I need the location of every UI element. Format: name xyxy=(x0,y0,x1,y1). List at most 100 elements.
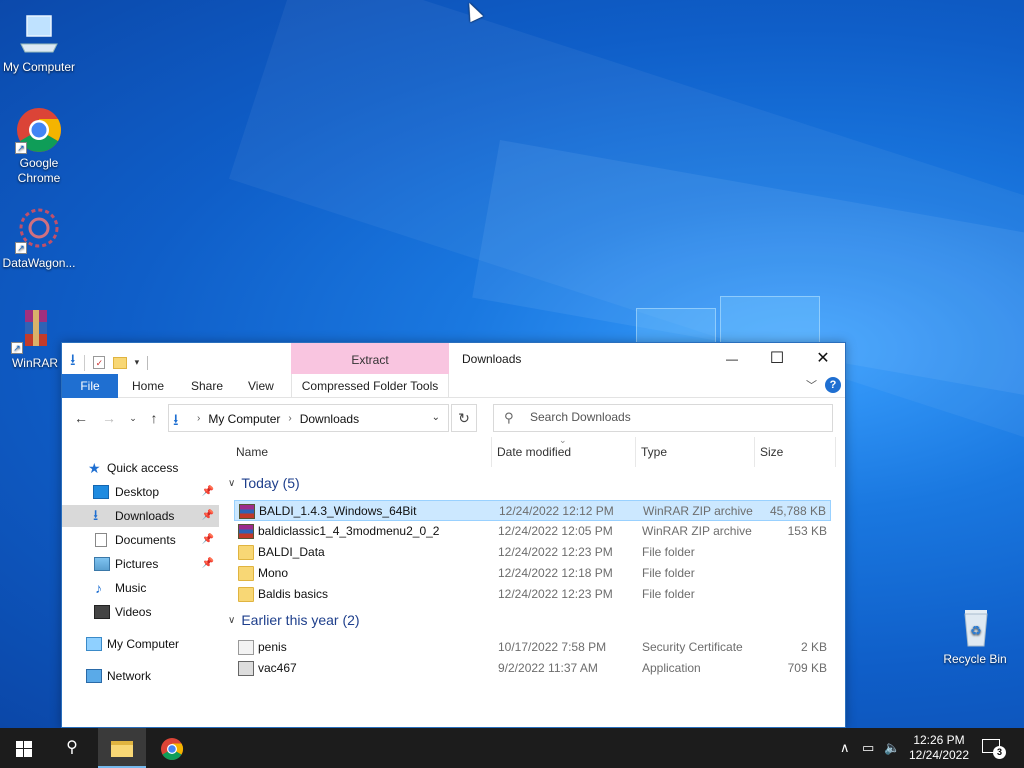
help-icon[interactable]: ? xyxy=(825,377,841,393)
volume-icon[interactable]: 🔈 xyxy=(884,728,900,768)
computer-icon xyxy=(15,10,63,58)
shortcut-arrow-icon: ↗ xyxy=(15,242,27,254)
desktop-icon xyxy=(93,485,109,499)
extract-context-tab[interactable]: Extract xyxy=(291,343,449,374)
up-button[interactable]: ↑ xyxy=(143,408,165,428)
tab-compressed-folder-tools[interactable]: Compressed Folder Tools xyxy=(291,374,449,398)
download-folder-icon[interactable]: ⭳ xyxy=(70,349,76,376)
column-header-name[interactable]: Name xyxy=(232,437,492,467)
navigation-pane: ★ Quick access Desktop 📌 ⭳ Downloads 📌 D… xyxy=(62,453,219,723)
recent-locations-button[interactable]: ⌄ xyxy=(122,408,144,428)
sidebar-item-quick-access[interactable]: ★ Quick access xyxy=(62,457,219,479)
taskbar: ⚲ ∧ ▭ 🔈 12:26 PM 12/24/2022 3 xyxy=(0,728,1024,768)
table-row[interactable]: Baldis basics 12/24/2022 12:23 PM File f… xyxy=(234,584,831,605)
pin-icon[interactable]: 📌 xyxy=(202,481,214,503)
refresh-button[interactable]: ↻ xyxy=(451,404,477,432)
column-header-date-modified[interactable]: Date modified xyxy=(493,437,636,467)
group-header-today[interactable]: ∨ Today (5) xyxy=(228,473,300,493)
clock[interactable]: 12:26 PM 12/24/2022 xyxy=(903,733,975,763)
minimize-button[interactable]: — xyxy=(709,343,755,374)
table-row[interactable]: BALDI_Data 12/24/2022 12:23 PM File fold… xyxy=(234,542,831,563)
table-row[interactable]: Mono 12/24/2022 12:18 PM File folder xyxy=(234,563,831,584)
sidebar-item-pictures[interactable]: Pictures 📌 xyxy=(62,553,219,575)
column-header-type[interactable]: Type xyxy=(637,437,755,467)
group-header-earlier-this-year[interactable]: ∨ Earlier this year (2) xyxy=(228,610,360,630)
taskbar-chrome[interactable] xyxy=(148,728,196,768)
expand-ribbon-icon[interactable]: ﹀ xyxy=(806,377,817,393)
breadcrumb-downloads[interactable]: Downloads xyxy=(300,412,359,426)
search-icon: ⚲ xyxy=(66,739,78,756)
sidebar-item-videos[interactable]: Videos xyxy=(62,601,219,623)
pin-icon[interactable]: 📌 xyxy=(202,505,214,527)
file-explorer-window[interactable]: ⭳ ✓ ▾ Extract Downloads — ☐ ✕ File Home … xyxy=(61,342,846,728)
show-hidden-icons-icon[interactable]: ∧ xyxy=(840,728,850,768)
forward-button[interactable]: → xyxy=(98,408,120,428)
sidebar-item-downloads[interactable]: ⭳ Downloads 📌 xyxy=(62,505,219,527)
application-icon xyxy=(238,661,254,676)
chevron-down-icon[interactable]: ⌄ xyxy=(432,412,440,423)
search-button[interactable]: ⚲ xyxy=(48,728,96,768)
winrar-icon: ↗ xyxy=(11,306,59,354)
winrar-archive-icon xyxy=(239,504,255,519)
breadcrumb-my-computer[interactable]: My Computer xyxy=(208,412,280,426)
shortcut-arrow-icon: ↗ xyxy=(15,142,27,154)
window-title: Downloads xyxy=(462,352,522,366)
separator xyxy=(83,354,85,371)
tab-home[interactable]: Home xyxy=(120,374,176,398)
folder-icon xyxy=(238,587,254,602)
maximize-button[interactable]: ☐ xyxy=(754,343,800,374)
music-note-icon: ♪ xyxy=(95,580,102,596)
folder-icon xyxy=(238,545,254,560)
column-header-size[interactable]: Size xyxy=(756,437,836,467)
desktop-icon-recycle-bin[interactable]: ♻ Recycle Bin xyxy=(936,602,1014,667)
table-row[interactable]: BALDI_1.4.3_Windows_64Bit 12/24/2022 12:… xyxy=(234,500,831,521)
pin-icon[interactable]: 📌 xyxy=(202,529,214,551)
wallpaper-windows-logo xyxy=(636,288,822,348)
sidebar-item-my-computer[interactable]: My Computer xyxy=(62,633,219,655)
star-icon: ★ xyxy=(88,460,101,476)
back-button[interactable]: ← xyxy=(70,408,92,428)
table-row[interactable]: vac467 9/2/2022 11:37 AM Application 709… xyxy=(234,658,831,679)
chevron-right-icon: › xyxy=(197,413,201,424)
sidebar-item-documents[interactable]: Documents 📌 xyxy=(62,529,219,551)
folder-icon xyxy=(238,566,254,581)
svg-text:♻: ♻ xyxy=(970,624,982,639)
download-arrow-icon: ⭳ xyxy=(173,412,179,429)
table-row[interactable]: penis 10/17/2022 7:58 PM Security Certif… xyxy=(234,637,831,658)
chrome-icon: ↗ xyxy=(15,106,63,154)
table-row[interactable]: baldiclassic1_4_3modmenu2_0_2 12/24/2022… xyxy=(234,521,831,542)
search-box[interactable]: ⚲ xyxy=(493,404,833,432)
taskbar-file-explorer[interactable] xyxy=(98,728,146,768)
tab-view[interactable]: View xyxy=(236,374,286,398)
network-icon[interactable]: ▭ xyxy=(862,728,874,768)
search-input[interactable] xyxy=(530,410,820,424)
start-button[interactable] xyxy=(0,728,48,768)
desktop-icon-winrar[interactable]: ↗ WinRAR xyxy=(0,306,70,371)
download-arrow-icon: ⭳ xyxy=(93,507,99,524)
tab-file[interactable]: File xyxy=(62,374,118,398)
desktop-icon-google-chrome[interactable]: ↗ Google Chrome xyxy=(0,106,78,186)
chevron-down-icon: ∨ xyxy=(228,477,236,489)
sidebar-item-network[interactable]: Network xyxy=(62,665,219,687)
separator xyxy=(147,355,149,370)
sidebar-item-desktop[interactable]: Desktop 📌 xyxy=(62,481,219,503)
tab-share[interactable]: Share xyxy=(179,374,235,398)
close-button[interactable]: ✕ xyxy=(800,343,846,374)
sidebar-item-music[interactable]: ♪ Music xyxy=(62,577,219,599)
pin-icon[interactable]: 📌 xyxy=(202,553,214,575)
title-bar[interactable]: ⭳ ✓ ▾ Extract Downloads — ☐ ✕ xyxy=(62,343,845,374)
address-bar[interactable]: ⭳ › My Computer › Downloads ⌄ xyxy=(168,404,449,432)
navigation-bar: ← → ⌄ ↑ ⭳ › My Computer › Downloads ⌄ ↻ … xyxy=(62,399,845,437)
certificate-icon xyxy=(238,640,254,655)
properties-icon[interactable]: ✓ xyxy=(92,356,105,369)
breadcrumb: › My Computer › Downloads xyxy=(197,412,359,426)
clock-date: 12/24/2022 xyxy=(908,748,970,762)
desktop-icon-datawagon[interactable]: ↗ DataWagon... xyxy=(0,206,78,271)
customize-toolbar-icon[interactable]: ▾ xyxy=(135,357,140,368)
desktop-icon-my-computer[interactable]: My Computer xyxy=(0,10,78,75)
new-folder-icon[interactable] xyxy=(112,356,127,369)
shortcut-arrow-icon: ↗ xyxy=(11,342,23,354)
action-center-button[interactable]: 3 xyxy=(982,737,1006,759)
file-explorer-icon xyxy=(111,740,133,757)
maximize-icon: ☐ xyxy=(769,350,785,367)
